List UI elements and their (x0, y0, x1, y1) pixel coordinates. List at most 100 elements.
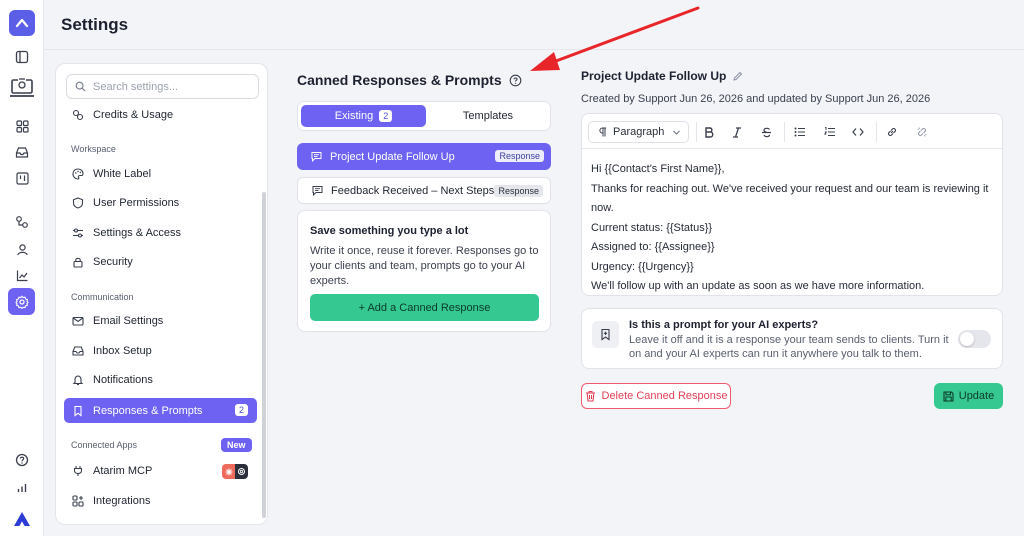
message-line: Assigned to: {{Assignee}} (591, 241, 715, 253)
nav-item-label: White Label (93, 168, 152, 180)
openai-icon (235, 464, 248, 479)
bookmark-plus-icon (592, 321, 619, 348)
message-line: Urgency: {{Urgency}} (591, 260, 694, 273)
bold-icon[interactable] (701, 124, 717, 140)
stats-icon[interactable] (10, 476, 34, 500)
message-line: We'll follow up with an update as soon a… (591, 280, 925, 292)
nav-item-inbox-setup[interactable]: Inbox Setup (64, 339, 257, 363)
tab-templates[interactable]: Templates (428, 105, 548, 127)
paragraph-select[interactable]: Paragraph (588, 121, 689, 143)
response-tabs: Existing 2 Templates (297, 101, 551, 131)
user-icon[interactable] (10, 237, 34, 261)
grid-icon[interactable] (10, 114, 34, 138)
nav-item-notifications[interactable]: Notifications (64, 368, 257, 392)
sidebar-toggle-icon[interactable] (10, 45, 34, 69)
settings-nav: Credits & Usage Workspace White Label Us… (55, 63, 268, 525)
nav-item-label: Settings & Access (93, 227, 182, 239)
nav-scrollbar[interactable] (262, 192, 266, 518)
search-box[interactable] (66, 74, 259, 99)
section-workspace: Workspace (71, 144, 116, 154)
delete-canned-response-button[interactable]: Delete Canned Response (581, 383, 731, 409)
nav-item-credits[interactable]: Credits & Usage (64, 103, 257, 127)
palette-icon (72, 168, 84, 180)
settings-gear-icon[interactable] (8, 288, 35, 315)
card-heading: Save something you type a lot (310, 225, 469, 237)
section-title-text: Canned Responses & Prompts (297, 72, 502, 88)
nav-item-settings-access[interactable]: Settings & Access (64, 221, 257, 245)
list-item[interactable]: Feedback Received – Next Steps Response (297, 177, 551, 204)
type-badge: Response (495, 150, 544, 162)
nav-item-label: Notifications (93, 374, 153, 386)
pilcrow-icon (598, 127, 607, 137)
search-icon (75, 81, 86, 92)
italic-icon[interactable] (729, 124, 745, 140)
nav-item-security[interactable]: Security (64, 250, 257, 274)
toolbar-divider (876, 122, 877, 142)
icon-rail (0, 0, 44, 536)
type-badge: Response (494, 185, 543, 197)
tab-label: Templates (462, 110, 514, 122)
nav-item-responses-prompts[interactable]: Responses & Prompts 2 (64, 398, 257, 423)
ai-prompt-toggle[interactable] (958, 330, 991, 348)
toolbar-divider (784, 122, 785, 142)
editor-body[interactable]: Hi {{Contact's First Name}}, Thanks for … (591, 160, 1002, 297)
nav-item-label: Inbox Setup (93, 345, 152, 357)
unlink-icon[interactable] (914, 124, 930, 140)
nav-item-email-settings[interactable]: Email Settings (64, 309, 257, 333)
bookmark-icon (72, 405, 84, 417)
paragraph-select-value: Paragraph (613, 126, 665, 138)
nav-item-user-permissions[interactable]: User Permissions (64, 191, 257, 215)
lock-icon (72, 256, 84, 268)
nav-item-integrations[interactable]: Integrations (64, 489, 257, 513)
annotation-arrow (530, 6, 700, 71)
page-title: Settings (61, 15, 129, 34)
toolbar-divider (696, 122, 697, 142)
section-title: Canned Responses & Prompts (297, 72, 522, 88)
rich-text-editor[interactable]: Paragraph Hi {{Contact's First Name}}, T… (581, 113, 1003, 296)
nav-item-label: Atarim MCP (93, 465, 153, 477)
app-logo-icon[interactable] (9, 10, 35, 36)
section-communication: Communication (71, 292, 134, 302)
tab-existing[interactable]: Existing 2 (301, 105, 426, 127)
update-button[interactable]: Update (934, 383, 1003, 409)
claude-icon (222, 464, 235, 479)
integrations-flow-icon[interactable] (10, 210, 34, 234)
message-line: Hi {{Contact's First Name}}, (591, 163, 725, 175)
nav-item-label: User Permissions (93, 197, 180, 209)
prompt-question: Is this a prompt for your AI experts? (629, 319, 819, 331)
search-input[interactable] (93, 80, 243, 93)
list-item[interactable]: Project Update Follow Up Response (297, 143, 551, 170)
message-icon (312, 185, 323, 196)
add-canned-response-button[interactable]: + Add a Canned Response (310, 294, 539, 321)
credits-icon (72, 109, 84, 121)
board-icon[interactable] (10, 166, 34, 190)
code-icon[interactable] (850, 124, 866, 140)
inbox-icon[interactable] (10, 140, 34, 164)
pencil-icon[interactable] (732, 71, 743, 82)
editor-toolbar: Paragraph (582, 114, 1002, 149)
nav-item-label: Credits & Usage (93, 109, 174, 121)
nav-item-label: Email Settings (93, 315, 164, 327)
link-icon[interactable] (884, 124, 900, 140)
bullet-list-icon[interactable] (792, 124, 808, 140)
editor-meta: Created by Support Jun 26, 2026 and upda… (581, 93, 931, 105)
strikethrough-icon[interactable] (758, 124, 774, 140)
mail-icon (72, 315, 84, 327)
tab-label: Existing (334, 110, 374, 122)
card-text: Write it once, reuse it forever. Respons… (310, 245, 539, 287)
trash-icon (585, 390, 596, 402)
chevron-down-icon (672, 128, 681, 137)
desktop-sites-icon[interactable] (6, 73, 38, 103)
shield-icon (72, 197, 84, 209)
toggle-knob (960, 332, 974, 346)
numbered-list-icon[interactable] (822, 124, 838, 140)
apps-plus-icon (72, 495, 84, 507)
bell-icon (72, 374, 84, 386)
plug-icon (72, 465, 84, 477)
chart-icon[interactable] (10, 263, 34, 287)
nav-item-white-label[interactable]: White Label (64, 162, 257, 186)
message-icon (311, 151, 322, 162)
brand-logo-icon (9, 508, 35, 530)
prompt-description: Leave it off and it is a response your t… (629, 334, 949, 360)
help-icon[interactable] (10, 448, 34, 472)
